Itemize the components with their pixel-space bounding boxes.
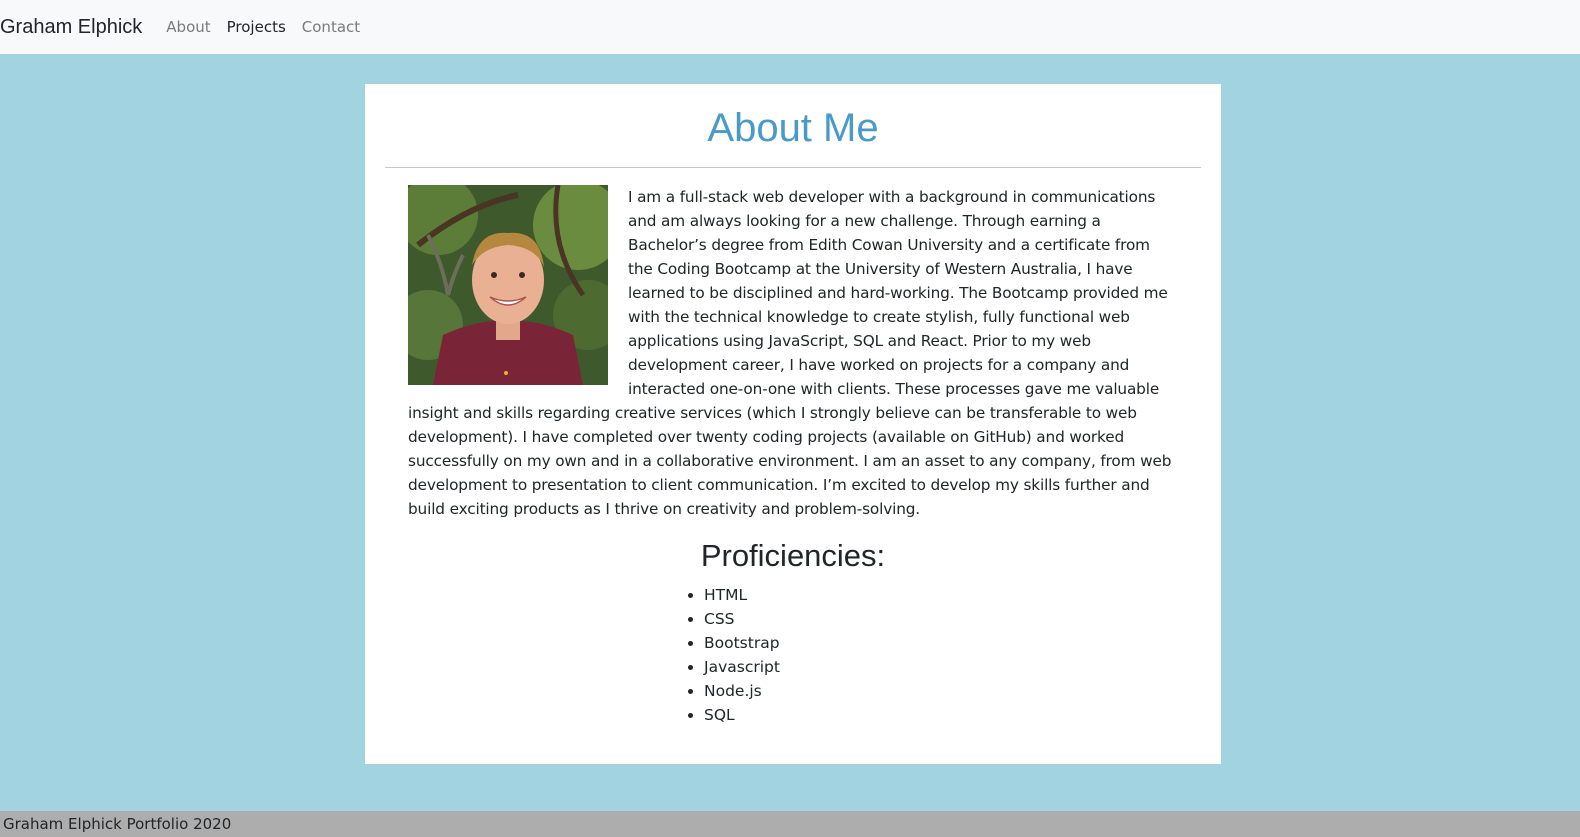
about-section: I am a full-stack web developer with a b… — [408, 185, 1178, 521]
title-divider — [385, 167, 1201, 168]
page-title: About Me — [707, 106, 879, 150]
page-footer: Graham Elphick Portfolio 2020 — [0, 811, 1580, 837]
proficiencies-heading: Proficiencies: — [700, 538, 886, 573]
nav-link-projects[interactable]: Projects — [227, 18, 286, 36]
nav-link-about[interactable]: About — [166, 18, 210, 36]
list-item: Node.js — [704, 679, 780, 703]
brand-link[interactable]: Graham Elphick — [0, 16, 142, 39]
nav-link-contact[interactable]: Contact — [302, 18, 360, 36]
list-item: SQL — [704, 703, 780, 727]
profile-photo — [408, 185, 608, 385]
top-navbar: Graham Elphick About Projects Contact — [0, 0, 1580, 54]
list-item: Bootstrap — [704, 631, 780, 655]
list-item: HTML — [704, 583, 780, 607]
list-item: Javascript — [704, 655, 780, 679]
proficiencies-list: HTML CSS Bootstrap Javascript Node.js SQ… — [704, 583, 780, 727]
portrait-image — [408, 185, 608, 385]
list-item: CSS — [704, 607, 780, 631]
